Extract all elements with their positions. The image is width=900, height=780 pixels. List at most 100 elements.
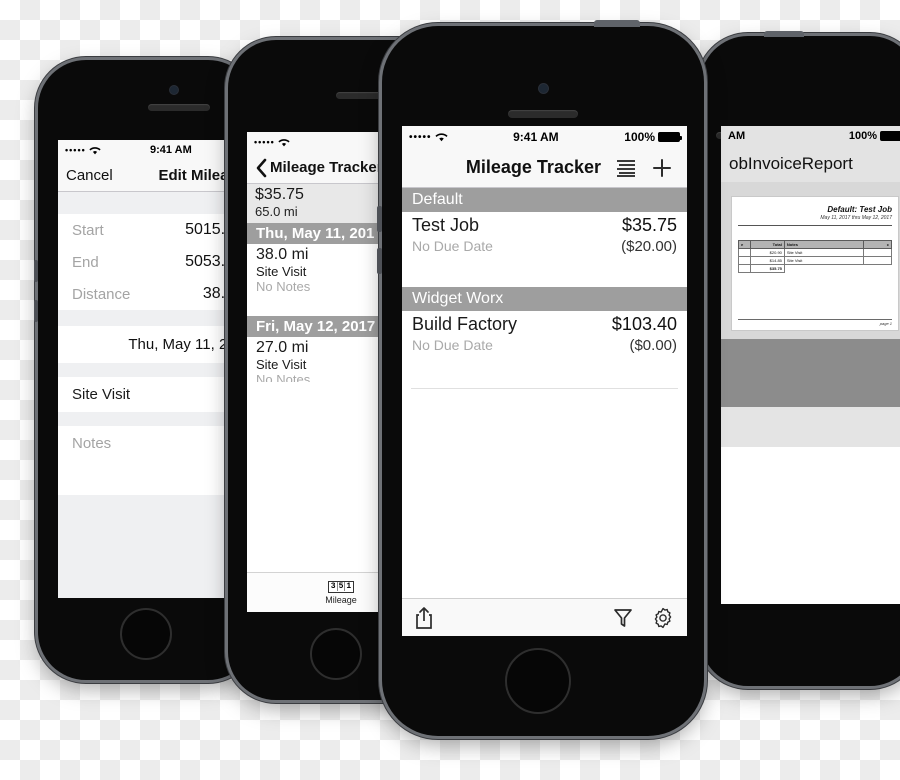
job-amount: $103.40 — [611, 314, 677, 334]
field-label: End — [72, 253, 99, 271]
cell: Site Visit — [783, 248, 865, 257]
job-name: Build Factory — [412, 314, 518, 334]
status-signal: ••••• — [254, 137, 290, 147]
battery-icon — [658, 132, 682, 142]
job-secondary-line: No Due Date ($20.00) — [412, 238, 677, 255]
job-amount: $35.75 — [621, 215, 677, 235]
status-time: AM — [728, 130, 746, 142]
battery-percent: 100% — [848, 130, 877, 142]
power-button[interactable] — [764, 31, 804, 37]
nav-bar: Mileage Tracker — [402, 148, 687, 188]
plus-icon[interactable] — [651, 157, 673, 179]
status-time: 9:41 AM — [513, 130, 559, 144]
wifi-icon — [89, 146, 101, 154]
filter-funnel-icon[interactable] — [613, 607, 633, 629]
chevron-left-icon[interactable] — [255, 158, 267, 178]
odometer-icon[interactable]: 351 — [327, 580, 355, 593]
job-secondary-line: No Due Date ($0.00) — [412, 337, 677, 354]
home-button[interactable] — [120, 608, 172, 660]
front-camera-icon — [170, 86, 178, 94]
tab-mileage-label[interactable]: Mileage — [325, 595, 357, 605]
job-balance: ($0.00) — [629, 337, 677, 354]
job-row[interactable]: Build Factory $103.40 No Due Date ($0.00… — [402, 311, 687, 362]
volume-up-button[interactable] — [377, 206, 382, 232]
report-table: e Total Notes c $20.90 Site Visit $14.85… — [737, 240, 892, 273]
list-separator — [411, 388, 678, 389]
phone-invoice-report: AM 100% obInvoiceReport Default: Test Jo… — [700, 31, 900, 686]
page-title: Mileage Tracker — [270, 159, 383, 176]
page-title: obInvoiceReport — [729, 154, 853, 173]
field-row-distance[interactable]: Distance 38.0 — [58, 278, 248, 310]
list-lines-icon[interactable] — [615, 158, 637, 178]
notes-field[interactable]: Notes — [58, 426, 248, 461]
job-row[interactable]: Test Job $35.75 No Due Date ($20.00) — [402, 212, 687, 263]
earpiece-speaker — [508, 110, 578, 118]
phone-job-list: ••••• 9:41 AM 100% Mileage Tracker Defau… — [377, 20, 704, 736]
report-footer: page 1 — [738, 319, 892, 326]
job-section-header-default: Default — [402, 188, 687, 212]
report-preview[interactable]: Default: Test Job May 11, 2017 thru May … — [721, 182, 900, 447]
cell — [864, 265, 892, 273]
home-button[interactable] — [310, 628, 362, 680]
col-header: c — [863, 240, 892, 249]
screen-invoice-report: AM 100% obInvoiceReport Default: Test Jo… — [721, 126, 900, 604]
report-title: Default: Test Job — [827, 205, 892, 214]
status-signal: ••••• — [409, 132, 448, 143]
form-bottom-gap — [58, 495, 248, 598]
cell-total: $35.75 — [750, 264, 785, 273]
home-button[interactable] — [505, 648, 571, 714]
notes-body[interactable] — [58, 461, 248, 495]
cancel-button[interactable]: Cancel — [66, 167, 113, 184]
bottom-toolbar — [402, 598, 687, 636]
section-spacer — [402, 362, 687, 388]
power-button[interactable] — [594, 20, 640, 27]
description-field[interactable]: Site Visit — [58, 377, 248, 412]
report-rule — [738, 225, 892, 226]
job-primary-line: Build Factory $103.40 — [412, 314, 677, 335]
job-section-header-widget-worx: Widget Worx — [402, 287, 687, 311]
empty-list-area — [402, 408, 687, 598]
cell — [737, 256, 752, 265]
job-due-date: No Due Date — [412, 238, 493, 254]
status-battery: 100% — [624, 130, 682, 144]
field-row-end[interactable]: End 5053.0 — [58, 246, 248, 278]
nav-bar: obInvoiceReport — [721, 146, 900, 182]
col-header: Notes — [783, 240, 865, 249]
section-spacer — [402, 263, 687, 287]
job-primary-line: Test Job $35.75 — [412, 215, 677, 236]
form-gap — [58, 310, 248, 326]
form-gap — [58, 412, 248, 426]
share-icon[interactable] — [414, 606, 434, 630]
page-title: Mileage Tracker — [465, 157, 601, 177]
status-time: 9:41 AM — [149, 144, 192, 156]
cell — [863, 256, 892, 265]
col-header: Total — [750, 240, 785, 249]
cell — [737, 248, 752, 257]
cell — [737, 264, 752, 273]
front-camera-icon — [539, 84, 548, 93]
report-scroll-filler — [721, 339, 900, 407]
job-name: Test Job — [412, 215, 480, 235]
battery-percent: 100% — [624, 130, 655, 144]
field-value: 5053.0 — [185, 253, 234, 270]
wifi-icon — [434, 133, 448, 142]
gear-icon[interactable] — [651, 606, 675, 630]
date-row[interactable]: Thu, May 11, 201 — [58, 326, 248, 363]
volume-down-button[interactable] — [377, 248, 382, 274]
job-due-date: No Due Date — [412, 337, 493, 353]
phone-edit-mileage: ••••• 9:41 AM Cancel Edit Mileage Start … — [34, 60, 256, 680]
form-gap — [58, 192, 248, 214]
volume-down-button[interactable] — [34, 300, 38, 322]
battery-icon — [880, 131, 900, 141]
status-battery: 100% — [849, 130, 900, 142]
field-row-start[interactable]: Start 5015.0 — [58, 214, 248, 246]
status-bar: AM 100% — [721, 126, 900, 146]
cell: $20.90 — [750, 248, 785, 257]
screen-job-list: ••••• 9:41 AM 100% Mileage Tracker Defau… — [402, 126, 687, 636]
date-value: Thu, May 11, 201 — [128, 336, 244, 353]
report-date-range: May 11, 2017 thru May 12, 2017 — [820, 215, 892, 221]
nav-bar: Cancel Edit Mileage — [58, 160, 248, 192]
volume-up-button[interactable] — [34, 260, 38, 282]
cell — [784, 265, 864, 273]
job-balance: ($20.00) — [621, 238, 677, 255]
